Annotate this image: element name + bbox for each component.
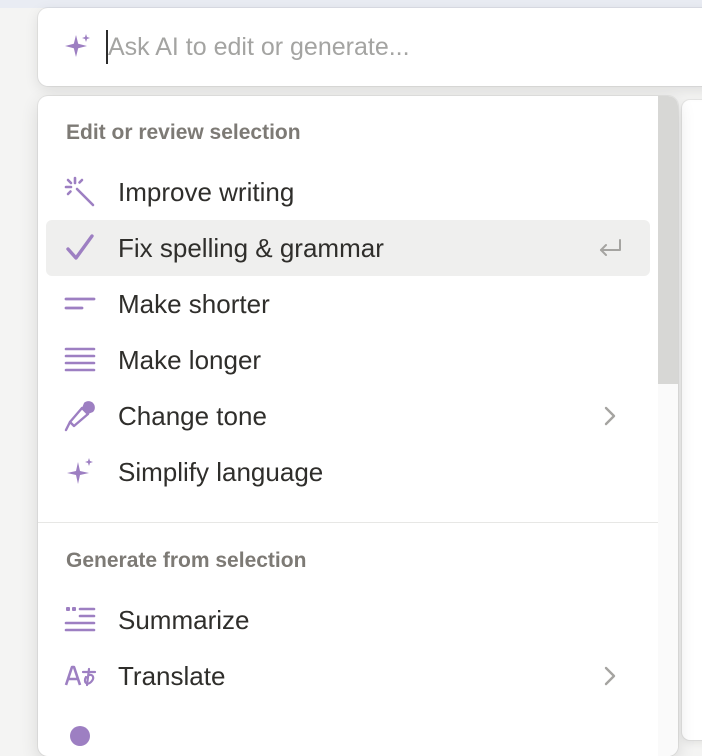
menu-item-make-shorter[interactable]: Make shorter — [46, 276, 650, 332]
menu-item-fix-spelling-grammar[interactable]: Fix spelling & grammar — [46, 220, 650, 276]
menu-item-label: Make shorter — [118, 289, 270, 319]
chevron-right-icon — [596, 662, 624, 690]
ai-prompt-bar — [38, 8, 702, 86]
ai-prompt-input[interactable] — [104, 26, 702, 68]
menu-item-improve-writing[interactable]: Improve writing — [46, 164, 650, 220]
menu-item-label: Make longer — [118, 345, 262, 375]
text-caret — [106, 30, 108, 64]
menu-item-partial[interactable] — [46, 704, 650, 756]
menu-item-label: Improve writing — [118, 177, 295, 207]
long-lines-icon — [64, 344, 96, 376]
menu-item-label: Fix spelling & grammar — [118, 233, 384, 263]
menu-item-change-tone[interactable]: Change tone — [46, 388, 650, 444]
ai-actions-menu: Edit or review selection Improve writing… — [38, 96, 678, 756]
backdrop-strip — [0, 0, 702, 8]
scrollbar-thumb[interactable] — [658, 96, 678, 384]
menu-item-translate[interactable]: Translate — [46, 648, 650, 704]
magic-wand-icon — [64, 176, 96, 208]
quote-lines-icon — [64, 604, 96, 636]
menu-item-make-longer[interactable]: Make longer — [46, 332, 650, 388]
section-label-generate: Generate from selection — [66, 549, 307, 572]
menu-item-label: Translate — [118, 661, 226, 691]
menu-item-label: Summarize — [118, 605, 250, 635]
chevron-right-icon — [596, 402, 624, 430]
sparkle-icon — [64, 456, 96, 488]
enter-key-icon — [596, 234, 624, 262]
short-lines-icon — [64, 288, 96, 320]
partial-icon — [64, 716, 96, 748]
section-label-edit: Edit or review selection — [66, 121, 301, 144]
microphone-icon — [64, 400, 96, 432]
menu-item-label: Simplify language — [118, 457, 324, 487]
menu-item-summarize[interactable]: Summarize — [46, 592, 650, 648]
sparkle-icon — [62, 32, 92, 62]
backdrop-card — [682, 100, 702, 740]
menu-item-label: Change tone — [118, 401, 267, 431]
checkmark-icon — [64, 232, 96, 264]
section-divider — [38, 522, 658, 523]
menu-item-simplify-language[interactable]: Simplify language — [46, 444, 650, 500]
translate-icon — [64, 660, 97, 692]
